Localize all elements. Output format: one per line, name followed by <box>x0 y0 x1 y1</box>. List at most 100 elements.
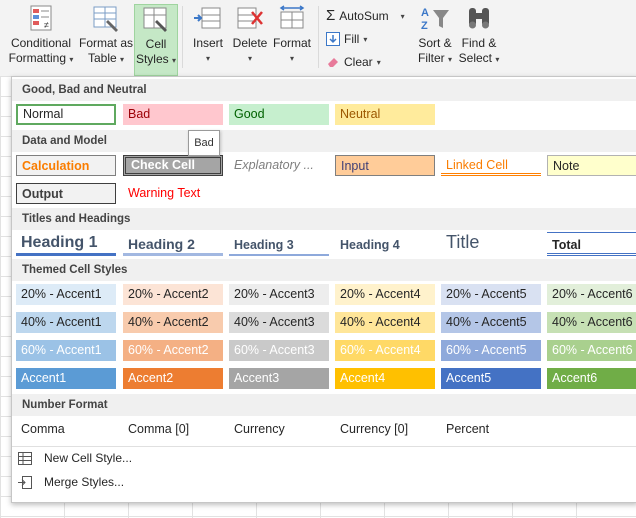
style-heading-2[interactable]: Heading 2 <box>123 232 223 256</box>
format-button[interactable]: Format ▾ <box>272 4 312 74</box>
merge-styles-icon <box>18 475 32 489</box>
insert-button[interactable]: Insert ▾ <box>188 4 228 74</box>
cell-styles-label2: Styles ▾ <box>135 52 177 66</box>
style-40-accent6[interactable]: 40% - Accent6 <box>547 312 636 333</box>
style-heading-3[interactable]: Heading 3 <box>229 232 329 256</box>
style-currency-0[interactable]: Currency [0] <box>335 419 435 440</box>
sort-filter-button[interactable]: A Z Sort & Filter ▾ <box>414 4 456 74</box>
style-heading-1[interactable]: Heading 1 <box>16 232 116 256</box>
style-normal[interactable]: Normal <box>16 104 116 125</box>
style-linked-cell[interactable]: Linked Cell <box>441 155 541 176</box>
style-title[interactable]: Title <box>441 230 541 256</box>
format-as-table-button[interactable]: Format as Table ▾ <box>78 4 134 74</box>
cell-styles-gallery: Good, Bad and Neutral Normal Bad Good Ne… <box>11 76 636 503</box>
style-40-accent5[interactable]: 40% - Accent5 <box>441 312 541 333</box>
style-total[interactable]: Total <box>547 232 636 256</box>
find-select-button[interactable]: Find & Select ▾ <box>458 4 500 74</box>
style-accent1[interactable]: Accent1 <box>16 368 116 389</box>
section-header-good-bad-neutral: Good, Bad and Neutral <box>12 79 636 101</box>
sort-filter-icon: A Z <box>421 7 449 32</box>
find-select-label2: Select ▾ <box>458 51 500 65</box>
style-accent4[interactable]: Accent4 <box>335 368 435 389</box>
style-40-accent2[interactable]: 40% - Accent2 <box>123 312 223 333</box>
style-heading-4[interactable]: Heading 4 <box>335 232 435 256</box>
style-20-accent1[interactable]: 20% - Accent1 <box>16 284 116 305</box>
conditional-formatting-button[interactable]: ≠ Conditional Formatting ▾ <box>6 4 76 74</box>
autosum-icon: Σ <box>326 7 336 24</box>
cell-styles-icon <box>143 7 167 32</box>
new-cell-style-label: New Cell Style... <box>44 451 133 465</box>
delete-cells-icon <box>237 7 263 29</box>
style-bad[interactable]: Bad <box>123 104 223 125</box>
ribbon-separator <box>318 6 319 68</box>
fill-caret: ▾ <box>363 34 368 44</box>
style-warning-text[interactable]: Warning Text <box>123 183 223 204</box>
style-40-accent3[interactable]: 40% - Accent3 <box>229 312 329 333</box>
section-header-themed: Themed Cell Styles <box>12 259 636 281</box>
style-60-accent6[interactable]: 60% - Accent6 <box>547 340 636 361</box>
style-accent2[interactable]: Accent2 <box>123 368 223 389</box>
format-caret: ▾ <box>289 54 294 63</box>
autosum-button[interactable]: Σ AutoSum ▾ <box>326 7 405 24</box>
style-40-accent4[interactable]: 40% - Accent4 <box>335 312 435 333</box>
style-20-accent3[interactable]: 20% - Accent3 <box>229 284 329 305</box>
style-output[interactable]: Output <box>16 183 116 204</box>
binoculars-icon <box>469 8 489 29</box>
clear-caret: ▾ <box>376 57 381 67</box>
ribbon-separator <box>182 6 183 68</box>
style-neutral[interactable]: Neutral <box>335 104 435 125</box>
cell-styles-label: Cell <box>145 37 167 51</box>
style-currency[interactable]: Currency <box>229 419 329 440</box>
style-accent6[interactable]: Accent6 <box>547 368 636 389</box>
style-comma[interactable]: Comma <box>16 419 116 440</box>
svg-text:≠: ≠ <box>44 20 49 30</box>
style-percent[interactable]: Percent <box>441 419 541 440</box>
conditional-formatting-label: Conditional <box>10 36 72 50</box>
style-60-accent3[interactable]: 60% - Accent3 <box>229 340 329 361</box>
format-as-table-icon <box>93 6 118 32</box>
style-input[interactable]: Input <box>335 155 435 176</box>
style-good[interactable]: Good <box>229 104 329 125</box>
find-select-label: Find & <box>461 36 497 50</box>
style-60-accent1[interactable]: 60% - Accent1 <box>16 340 116 361</box>
format-cells-icon <box>279 5 305 29</box>
style-accent3[interactable]: Accent3 <box>229 368 329 389</box>
clear-button[interactable]: Clear ▾ <box>326 55 381 69</box>
style-40-accent1[interactable]: 40% - Accent1 <box>16 312 116 333</box>
style-20-accent6[interactable]: 20% - Accent6 <box>547 284 636 305</box>
format-label: Format <box>272 36 311 50</box>
style-comma-0[interactable]: Comma [0] <box>123 419 223 440</box>
fill-label: Fill <box>344 32 360 46</box>
style-explanatory[interactable]: Explanatory ... <box>229 155 329 176</box>
format-as-table-label2: Table ▾ <box>87 51 125 65</box>
style-calculation[interactable]: Calculation <box>16 155 116 176</box>
style-20-accent5[interactable]: 20% - Accent5 <box>441 284 541 305</box>
style-check-cell[interactable]: Check Cell <box>123 155 223 176</box>
fill-button[interactable]: Fill ▾ <box>326 32 367 46</box>
new-cell-style-icon <box>18 451 32 465</box>
tooltip: Bad <box>188 130 220 156</box>
svg-text:A: A <box>421 7 429 19</box>
style-20-accent4[interactable]: 20% - Accent4 <box>335 284 435 305</box>
style-20-accent2[interactable]: 20% - Accent2 <box>123 284 223 305</box>
menu-divider <box>12 446 636 447</box>
merge-styles-label: Merge Styles... <box>44 475 125 489</box>
style-60-accent5[interactable]: 60% - Accent5 <box>441 340 541 361</box>
style-note[interactable]: Note <box>547 155 636 176</box>
autosum-label: AutoSum <box>339 9 389 23</box>
new-cell-style-menu-item[interactable]: New Cell Style... <box>18 451 132 465</box>
delete-caret: ▾ <box>247 54 252 63</box>
eraser-icon <box>328 58 338 67</box>
style-accent5[interactable]: Accent5 <box>441 368 541 389</box>
cell-styles-button[interactable]: Cell Styles ▾ <box>134 4 178 76</box>
delete-label: Delete <box>232 36 268 50</box>
delete-button[interactable]: Delete ▾ <box>230 4 270 74</box>
format-as-table-label: Format as <box>78 36 133 50</box>
style-60-accent4[interactable]: 60% - Accent4 <box>335 340 435 361</box>
style-60-accent2[interactable]: 60% - Accent2 <box>123 340 223 361</box>
merge-styles-menu-item[interactable]: Merge Styles... <box>18 475 124 489</box>
autosum-caret: ▾ <box>400 11 405 21</box>
section-header-number-format: Number Format <box>12 394 636 416</box>
insert-cells-icon <box>194 7 221 29</box>
ribbon: ≠ Conditional Formatting ▾ Format as Tab… <box>0 0 636 77</box>
